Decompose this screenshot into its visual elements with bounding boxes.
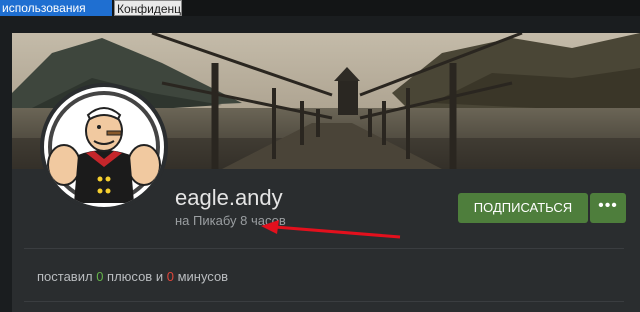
more-options-button[interactable]: •••	[590, 193, 626, 223]
avatar[interactable]	[40, 83, 168, 211]
subscribe-button[interactable]: ПОДПИСАТЬСЯ	[458, 193, 588, 223]
stats-middle: плюсов и	[107, 269, 164, 284]
divider	[24, 248, 624, 249]
profile-card: eagle.andy на Пикабу 8 часов ПОДПИСАТЬСЯ…	[12, 33, 640, 312]
tab-privacy[interactable]: Конфиденц	[114, 0, 182, 16]
stats-prefix: поставил	[37, 269, 93, 284]
user-stats: поставил 0 плюсов и 0 минусов	[37, 269, 228, 284]
divider	[24, 301, 624, 302]
popeye-avatar-image	[46, 89, 162, 205]
tab-usage[interactable]: использования	[0, 0, 112, 16]
username: eagle.andy	[175, 185, 283, 210]
pluses-count: 0	[96, 269, 104, 284]
stats-suffix: минусов	[177, 269, 229, 284]
minuses-count: 0	[166, 269, 174, 284]
red-arrow-annotation	[261, 220, 401, 239]
